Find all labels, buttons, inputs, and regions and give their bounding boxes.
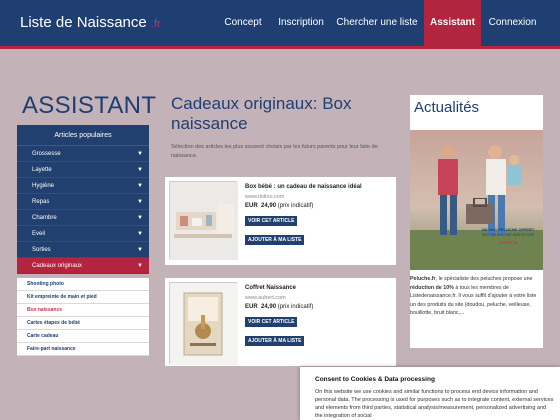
nav-chercher-une-liste[interactable]: Chercher une liste [334, 0, 420, 46]
submenu-item-faire-part[interactable]: Faire-part naissance [17, 343, 149, 356]
assistant-heading: ASSISTANT [22, 92, 157, 119]
view-article-button[interactable]: VOIR CET ARTICLE [245, 216, 298, 226]
promo-line-1: UN SAC PELUCHE OFFERT [481, 227, 535, 232]
gift-bag-icon [466, 198, 494, 224]
nav-connexion[interactable]: Connexion [485, 0, 540, 46]
box-bebe-image [170, 182, 238, 260]
chevron-down-icon: ▼ [137, 199, 143, 205]
chevron-down-icon: ▼ [137, 231, 143, 237]
site-logo[interactable]: Liste de Naissance .fr [20, 14, 161, 31]
chevron-down-icon: ▼ [137, 215, 143, 221]
menu-item-cadeaux-originaux[interactable]: Cadeaux originaux ▼ [17, 258, 149, 274]
category-menu: Articles populaires Grossesse ▼ Layette ▼ … [17, 125, 149, 274]
menu-title: Articles populaires [17, 125, 149, 146]
header-bar: Liste de Naissance .fr Concept Inscripti… [0, 0, 560, 46]
news-text: Peluche.fr, le spécialiste des peluches … [410, 276, 537, 316]
product-card: Box bébé : un cadeau de naissance idéal … [165, 177, 396, 265]
submenu-item-cartes-etapes[interactable]: Cartes étapes de bébé [17, 317, 149, 330]
promo-badge: OFFERTE [498, 240, 518, 245]
add-to-list-button[interactable]: AJOUTER À MA LISTE [245, 336, 305, 346]
menu-item-hygiene[interactable]: Hygiène ▼ [17, 178, 149, 194]
chevron-down-icon: ▼ [137, 183, 143, 189]
logo-suffix: .fr [150, 18, 161, 30]
product-image[interactable] [169, 282, 238, 365]
product-url: www.aubert.com [245, 295, 286, 301]
news-panel: Actualités UN SAC PELUCHE OFFERT DES 39€ [410, 95, 543, 348]
menu-item-repas[interactable]: Repas ▼ [17, 194, 149, 210]
submenu: Shooting photo Kit empreinte de main et … [17, 278, 149, 356]
menu-item-layette[interactable]: Layette ▼ [17, 162, 149, 178]
promo-overlay: UN SAC PELUCHE OFFERT DES 39€ D'ACHAT SU… [462, 198, 540, 254]
news-brand[interactable]: Peluche.fr [410, 276, 436, 282]
chevron-down-icon: ▼ [137, 247, 143, 253]
header-divider [0, 46, 560, 49]
submenu-item-carte-cadeau[interactable]: Carte cadeau [17, 330, 149, 343]
cookie-consent-banner: Consent to Cookies & Data processing On … [300, 367, 560, 420]
coffret-naissance-image [170, 283, 238, 365]
product-name[interactable]: Box bébé : un cadeau de naissance idéal [245, 184, 362, 190]
news-title: Actualités [414, 99, 480, 116]
chevron-down-icon: ▼ [137, 263, 143, 269]
add-to-list-button[interactable]: AJOUTER À MA LISTE [245, 235, 305, 245]
submenu-item-shooting-photo[interactable]: Shooting photo [17, 278, 149, 291]
menu-item-sorties[interactable]: Sorties ▼ [17, 242, 149, 258]
submenu-item-box-naissance[interactable]: Box naissance [17, 304, 149, 317]
page-intro: Sélection des articles les plus souvent … [171, 144, 378, 159]
product-card: Coffret Naissance www.aubert.com EUR 24,… [165, 278, 396, 366]
news-image[interactable]: UN SAC PELUCHE OFFERT DES 39€ D'ACHAT SU… [410, 130, 543, 270]
chevron-down-icon: ▼ [137, 151, 143, 157]
cookie-text: On this website we use cookies and simil… [315, 389, 554, 419]
chevron-down-icon: ▼ [137, 167, 143, 173]
nav-inscription[interactable]: Inscription [272, 0, 330, 46]
page-title: Cadeaux originaux: Box naissance [171, 94, 352, 133]
view-article-button[interactable]: VOIR CET ARTICLE [245, 317, 298, 327]
nav-concept[interactable]: Concept [218, 0, 268, 46]
product-url: www.tiniloo.com [245, 194, 285, 200]
product-name[interactable]: Coffret Naissance [245, 285, 296, 291]
product-price: EUR 24,90 (prix indicatif) [245, 203, 314, 209]
menu-item-eveil[interactable]: Eveil ▼ [17, 226, 149, 242]
menu-item-grossesse[interactable]: Grossesse ▼ [17, 146, 149, 162]
promo-line-2: DES 39€ D'ACHAT SUR LE SITE [481, 233, 535, 237]
product-image[interactable] [169, 181, 238, 260]
cookie-title: Consent to Cookies & Data processing [315, 376, 435, 383]
submenu-item-kit-empreinte[interactable]: Kit empreinte de main et pied [17, 291, 149, 304]
nav-assistant[interactable]: Assistant [424, 0, 481, 46]
menu-item-chambre[interactable]: Chambre ▼ [17, 210, 149, 226]
product-price: EUR 24,90 (prix indicatif) [245, 304, 314, 310]
